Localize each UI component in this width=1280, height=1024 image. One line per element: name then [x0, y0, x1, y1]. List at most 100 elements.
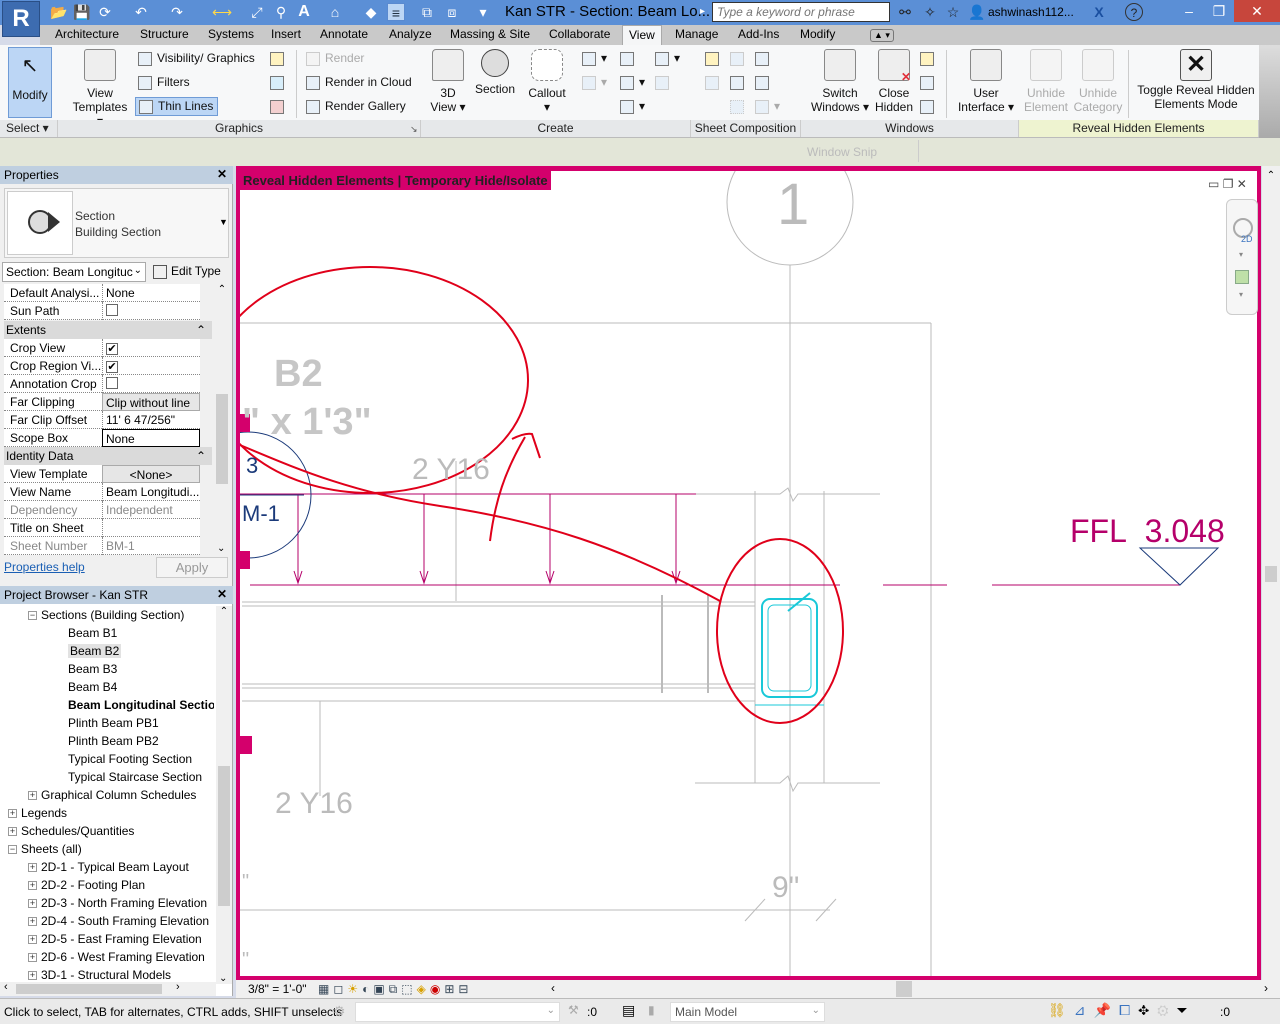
render-gallery-button[interactable]: Render Gallery [306, 99, 406, 114]
group-identity-data[interactable]: Identity Data ⌃ [4, 447, 212, 465]
browser-item[interactable]: + Legends [8, 806, 67, 820]
browser-item[interactable]: Beam B3 [68, 662, 117, 676]
close-properties-icon[interactable]: ✕ [217, 167, 227, 181]
shadows-icon[interactable]: ◐ [362, 982, 373, 996]
replicate-icon[interactable] [920, 51, 939, 66]
graphics-dialog-launcher-icon[interactable]: ↘ [410, 124, 418, 135]
callout-button[interactable]: Callout ▾ [524, 49, 570, 114]
tab-systems[interactable]: Systems [208, 27, 254, 41]
modify-button[interactable]: ↖ Modify [8, 47, 52, 118]
sun-path-checkbox[interactable] [106, 304, 118, 316]
title-block-icon[interactable] [730, 51, 749, 66]
scroll-right-icon[interactable]: › [176, 981, 180, 993]
background-process-icon[interactable]: ⚙ [1157, 1002, 1176, 1018]
close-hidden-icon[interactable]: ⧉ [418, 3, 436, 21]
view-template-button[interactable]: <None> [102, 465, 200, 483]
select-by-face-icon[interactable]: ⧠ [1119, 1002, 1138, 1018]
visual-style-icon[interactable]: ◻ [333, 982, 347, 996]
browser-item[interactable]: +2D-1 - Typical Beam Layout [28, 860, 189, 874]
help-icon[interactable]: ? [1125, 3, 1143, 21]
browser-item[interactable]: + Graphical Column Schedules [28, 788, 196, 802]
favorites-icon[interactable]: ☆ [944, 3, 962, 21]
properties-help-link[interactable]: Properties help [4, 560, 85, 574]
tab-analyze[interactable]: Analyze [389, 27, 432, 41]
annotation-crop-checkbox[interactable] [106, 377, 118, 389]
scope-box-icon[interactable] [655, 75, 674, 90]
expand-icon[interactable]: + [28, 881, 37, 891]
view-scale[interactable]: 3/8" = 1'-0" [248, 982, 307, 996]
browser-item[interactable]: Typical Staircase Section [68, 770, 202, 784]
restore-button[interactable]: ❐ [1202, 0, 1236, 22]
minimize-button[interactable]: – [1172, 0, 1206, 22]
binoculars-icon[interactable]: ⚯ [896, 3, 914, 21]
filters-button[interactable]: Filters [138, 75, 190, 90]
search-input[interactable] [712, 2, 890, 22]
expand-icon[interactable]: + [8, 809, 17, 819]
elevation-icon[interactable]: ▾ [582, 75, 607, 90]
legends-icon[interactable]: ▾ [620, 99, 645, 114]
browser-hscrollbar[interactable]: ‹ › [0, 981, 216, 996]
viewports-icon[interactable]: ▾ [755, 99, 780, 114]
tile-icon[interactable] [920, 99, 939, 114]
switch-windows-button[interactable]: Switch Windows ▾ [810, 49, 870, 114]
unhide-element-button[interactable]: Unhide Element [1022, 49, 1070, 114]
expand-icon[interactable]: + [28, 863, 37, 873]
expand-icon[interactable]: + [28, 791, 37, 801]
browser-vscrollbar[interactable]: ⌃ ⌄ [216, 606, 232, 984]
type-selector[interactable]: Section Building Section ▼ [4, 188, 229, 258]
save-icon[interactable]: 💾 [73, 3, 91, 21]
scroll-right-icon[interactable]: › [1264, 981, 1268, 995]
browser-item[interactable]: +2D-3 - North Framing Elevation [28, 896, 207, 910]
expand-icon[interactable]: + [28, 935, 37, 945]
crop-region-visible-checkbox[interactable]: ✔ [106, 361, 118, 373]
tab-manage[interactable]: Manage [675, 27, 718, 41]
subscription-icon[interactable]: ✧ [921, 3, 939, 21]
view-minimize-icon[interactable]: ▭ [1208, 177, 1219, 191]
zoom-region-icon[interactable] [1235, 270, 1249, 284]
sheet-icon[interactable] [620, 51, 639, 66]
select-underlay-icon[interactable]: ⊿ [1074, 1002, 1094, 1018]
user-menu[interactable]: ashwinash112... [988, 5, 1074, 19]
tab-massing-site[interactable]: Massing & Site [450, 27, 530, 41]
exchange-apps-icon[interactable]: X [1090, 3, 1108, 21]
tab-insert[interactable]: Insert [271, 27, 301, 41]
tab-collaborate[interactable]: Collaborate [549, 27, 610, 41]
filter-icon[interactable]: ⏷ [1177, 1002, 1196, 1018]
expand-icon[interactable]: + [28, 971, 37, 981]
matchline-icon[interactable] [755, 51, 774, 66]
browser-item[interactable]: +3D-1 - Structural Models [28, 968, 171, 982]
expand-icon[interactable]: + [28, 899, 37, 909]
select-pinned-icon[interactable]: 📌 [1094, 1002, 1119, 1018]
view-restore-icon[interactable]: ❐ [1223, 177, 1234, 191]
drafting-view-icon[interactable]: ▾ [620, 75, 645, 90]
expand-search-icon[interactable]: ▸ [700, 6, 705, 17]
close-button[interactable]: ✕ [1234, 0, 1280, 22]
switch-windows-icon[interactable]: ⧈ [443, 3, 461, 21]
tag-icon[interactable]: ⚲ [272, 3, 290, 21]
view-name-field[interactable]: Beam Longitudi... [102, 483, 200, 501]
redo-icon[interactable]: ↷ [168, 3, 186, 21]
edit-type-button[interactable]: Edit Type [153, 264, 221, 279]
scroll-thumb[interactable] [218, 766, 230, 906]
scroll-up-icon[interactable]: ⌃ [1262, 170, 1280, 181]
drag-elements-icon[interactable]: ✥ [1138, 1002, 1157, 1018]
show-rendering-icon[interactable]: ▣ [373, 982, 388, 996]
browser-item[interactable]: Beam B2 [68, 644, 122, 658]
sun-path-icon[interactable]: ☀ [347, 982, 362, 996]
scroll-thumb[interactable] [16, 984, 162, 994]
analytical-model-icon[interactable]: ⊞ [444, 982, 458, 996]
scroll-thumb[interactable] [1265, 566, 1277, 582]
browser-item[interactable]: Beam Longitudinal Section [68, 698, 214, 712]
expand-icon[interactable]: + [28, 953, 37, 963]
tab-annotate[interactable]: Annotate [320, 27, 368, 41]
select-links-icon[interactable]: ⛓ [1048, 1002, 1074, 1018]
3d-view-button[interactable]: 3D View ▾ [428, 49, 468, 114]
aligned-dimension-icon[interactable]: ⤢ [248, 3, 266, 21]
active-only-icon[interactable]: ▮ [648, 1003, 655, 1017]
browser-item[interactable]: +2D-4 - South Framing Elevation [28, 914, 209, 928]
detail-level-icon[interactable]: ▦ [318, 982, 333, 996]
browser-item[interactable]: Plinth Beam PB1 [68, 716, 159, 730]
editing-requests-icon[interactable]: ⚒ [568, 1003, 579, 1017]
view-reference-icon[interactable] [755, 75, 774, 90]
tab-view[interactable]: View [622, 25, 662, 45]
